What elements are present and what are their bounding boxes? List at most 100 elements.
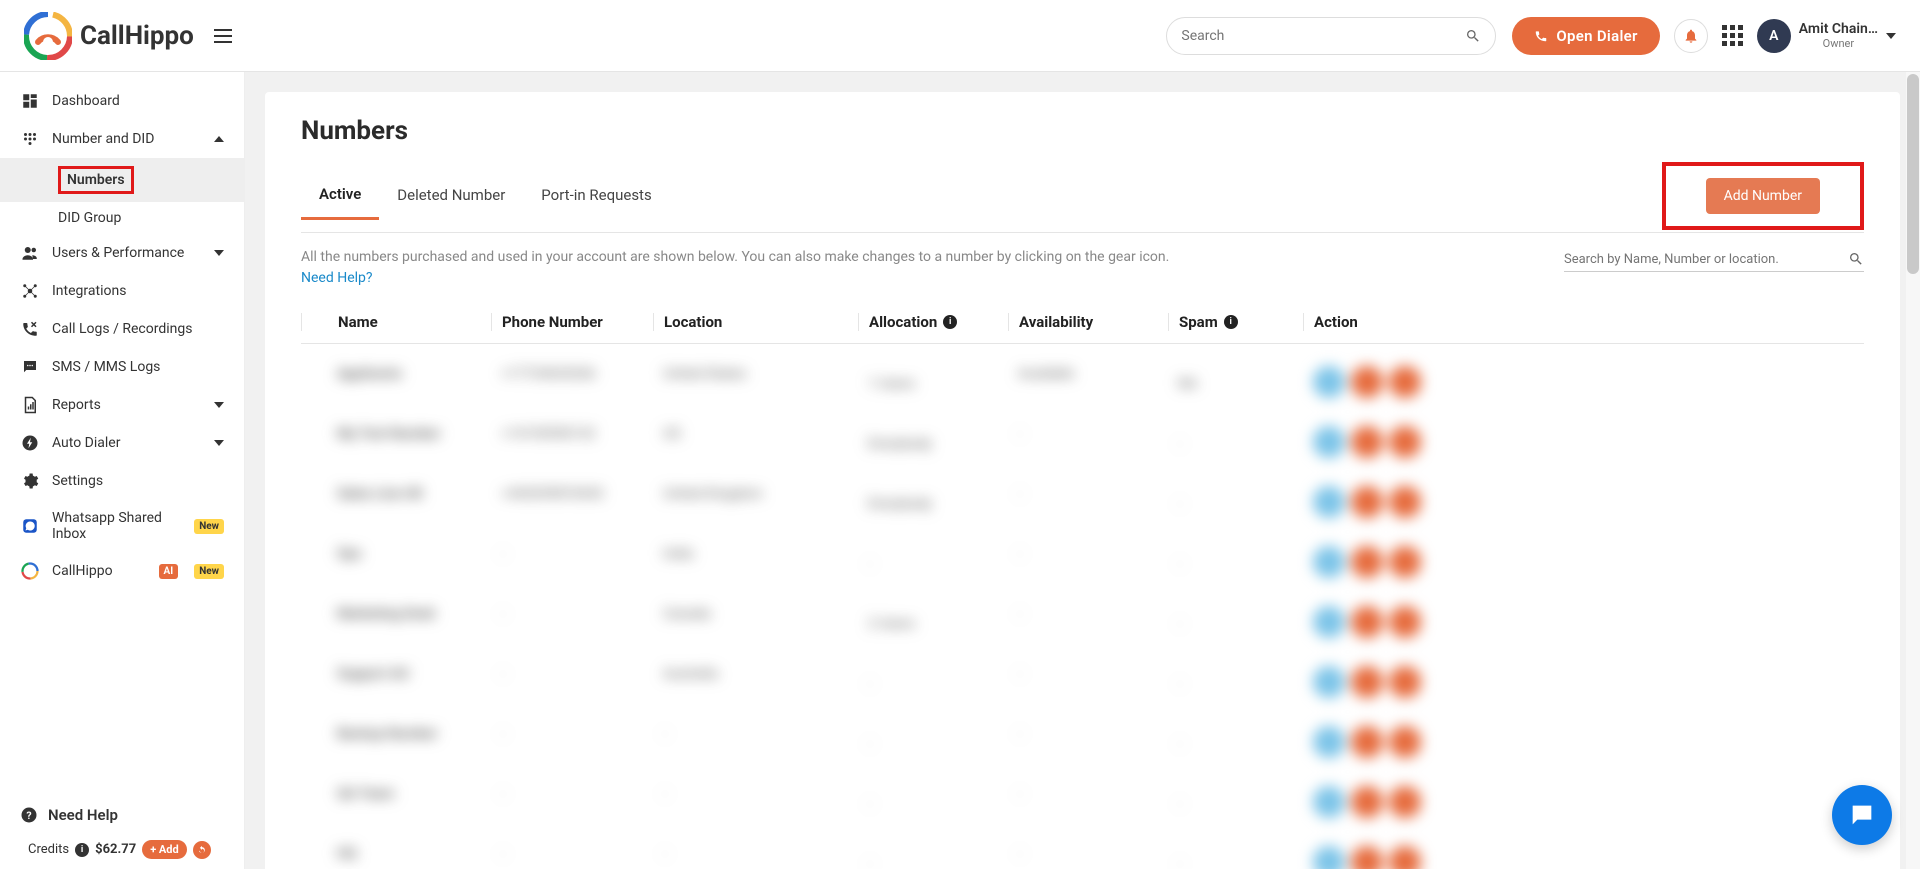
table-row[interactable]: HQ----- (301, 834, 1864, 869)
numbers-panel: Numbers Active Deleted Number Port-in Re… (265, 92, 1900, 869)
sidebar-item-auto-dialer[interactable]: Auto Dialer (0, 424, 244, 462)
users-icon (20, 244, 40, 262)
need-help-link[interactable]: Need Help? (301, 270, 373, 286)
search-icon (1465, 28, 1481, 44)
tab-active[interactable]: Active (301, 177, 379, 220)
description-text: All the numbers purchased and used in yo… (301, 249, 1169, 265)
table-row[interactable]: Backup Number----- (301, 714, 1864, 774)
col-name: Name (301, 313, 491, 331)
sidebar-item-whatsapp-inbox[interactable]: Whatsapp Shared Inbox New (0, 500, 244, 552)
sidebar-item-label: Settings (52, 473, 224, 489)
info-icon[interactable]: i (943, 315, 957, 329)
ai-badge: AI (159, 564, 179, 579)
logo-icon (24, 12, 72, 60)
sidebar-item-integrations[interactable]: Integrations (0, 272, 244, 310)
scrollbar-track[interactable] (1906, 72, 1920, 869)
apps-grid-icon[interactable] (1722, 25, 1743, 46)
avatar[interactable]: A (1757, 19, 1791, 53)
credits-amount: $62.77 (95, 842, 136, 857)
sidebar-item-dashboard[interactable]: Dashboard (0, 82, 244, 120)
global-search[interactable] (1166, 17, 1496, 55)
main-content: Numbers Active Deleted Number Port-in Re… (245, 72, 1920, 869)
col-availability: Availability (1008, 313, 1168, 331)
table-body-blurred: AppSumio+17724633266United States1 Users… (301, 354, 1864, 869)
sidebar: Dashboard Number and DID Numbers DID Gro… (0, 72, 245, 869)
logo[interactable]: CallHippo (24, 12, 194, 60)
call-log-icon (20, 320, 40, 338)
sidebar-item-call-logs[interactable]: Call Logs / Recordings (0, 310, 244, 348)
need-help-button[interactable]: ? Need Help (0, 796, 244, 834)
sidebar-item-label: Number and DID (52, 131, 202, 147)
dialpad-icon (20, 130, 40, 148)
phone-icon (1534, 29, 1548, 43)
user-menu-chevron-icon[interactable] (1886, 33, 1896, 39)
help-icon: ? (20, 806, 38, 824)
need-help-label: Need Help (48, 806, 118, 824)
sidebar-item-label: Dashboard (52, 93, 224, 109)
sidebar-item-numbers[interactable]: Numbers (0, 158, 244, 202)
sidebar-item-sms-logs[interactable]: SMS / MMS Logs (0, 348, 244, 386)
panel-search[interactable] (1564, 247, 1864, 272)
sidebar-item-label: Call Logs / Recordings (52, 321, 224, 337)
credits-label: Credits (28, 842, 69, 857)
col-location: Location (653, 313, 858, 331)
open-dialer-label: Open Dialer (1556, 27, 1637, 45)
chat-fab[interactable] (1832, 785, 1892, 845)
table-row[interactable]: Support AU-Australia--- (301, 654, 1864, 714)
sidebar-item-number-did[interactable]: Number and DID (0, 120, 244, 158)
refresh-credits-button[interactable] (193, 841, 211, 859)
sidebar-item-did-group[interactable]: DID Group (0, 202, 244, 234)
bolt-icon (20, 434, 40, 452)
page-description: All the numbers purchased and used in yo… (301, 247, 1544, 289)
sidebar-item-label: SMS / MMS Logs (52, 359, 224, 375)
tab-deleted-number[interactable]: Deleted Number (379, 178, 523, 218)
credits-row: Credits i $62.77 + Add (0, 834, 244, 869)
add-credits-button[interactable]: + Add (142, 840, 187, 859)
info-icon[interactable]: i (1224, 315, 1238, 329)
add-number-button[interactable]: Add Number (1706, 178, 1820, 214)
bell-icon (1683, 28, 1699, 44)
new-badge: New (194, 564, 224, 579)
sidebar-item-label: Users & Performance (52, 245, 202, 261)
sidebar-item-settings[interactable]: Settings (0, 462, 244, 500)
svg-text:?: ? (26, 809, 31, 822)
chat-icon (1848, 801, 1876, 829)
sidebar-item-reports[interactable]: Reports (0, 386, 244, 424)
chevron-down-icon (214, 440, 224, 446)
chevron-down-icon (214, 250, 224, 256)
sidebar-item-label: Integrations (52, 283, 224, 299)
col-allocation: Allocationi (858, 313, 1008, 331)
dashboard-icon (20, 92, 40, 110)
menu-toggle-icon[interactable] (214, 29, 232, 43)
table-row[interactable]: My Test Number+14155550132USEverybody-- (301, 414, 1864, 474)
table-row[interactable]: Marketing Desk-Canada2 Users-- (301, 594, 1864, 654)
callhippo-logo-icon (20, 562, 40, 580)
add-number-highlight: Add Number (1662, 162, 1864, 230)
table-row[interactable]: QA Team----- (301, 774, 1864, 834)
reports-icon (20, 396, 40, 414)
new-badge: New (194, 519, 224, 534)
col-phone: Phone Number (491, 313, 653, 331)
sms-icon (20, 358, 40, 376)
scrollbar-thumb[interactable] (1907, 74, 1919, 274)
info-icon[interactable]: i (75, 843, 89, 857)
panel-search-input[interactable] (1564, 252, 1848, 267)
open-dialer-button[interactable]: Open Dialer (1512, 17, 1659, 55)
notifications-button[interactable] (1674, 19, 1708, 53)
table-row[interactable]: Sales Line UK+442039876543United Kingdom… (301, 474, 1864, 534)
tabs: Active Deleted Number Port-in Requests A… (301, 164, 1864, 233)
user-name: Amit Chain… (1799, 21, 1878, 37)
refresh-icon (197, 845, 207, 855)
sidebar-item-label: CallHippo (52, 563, 145, 579)
search-icon (1848, 251, 1864, 267)
integrations-icon (20, 282, 40, 300)
sidebar-item-callhippo-ai[interactable]: CallHippo AI New (0, 552, 244, 590)
table-row[interactable]: Ops-India--- (301, 534, 1864, 594)
tab-port-in-requests[interactable]: Port-in Requests (523, 178, 669, 218)
search-input[interactable] (1181, 28, 1465, 44)
sidebar-item-label: Whatsapp Shared Inbox (52, 510, 178, 542)
table-row[interactable]: AppSumio+17724633266United States1 Users… (301, 354, 1864, 414)
brand-name: CallHippo (80, 21, 194, 51)
sidebar-item-label: DID Group (58, 210, 121, 226)
sidebar-item-users-performance[interactable]: Users & Performance (0, 234, 244, 272)
